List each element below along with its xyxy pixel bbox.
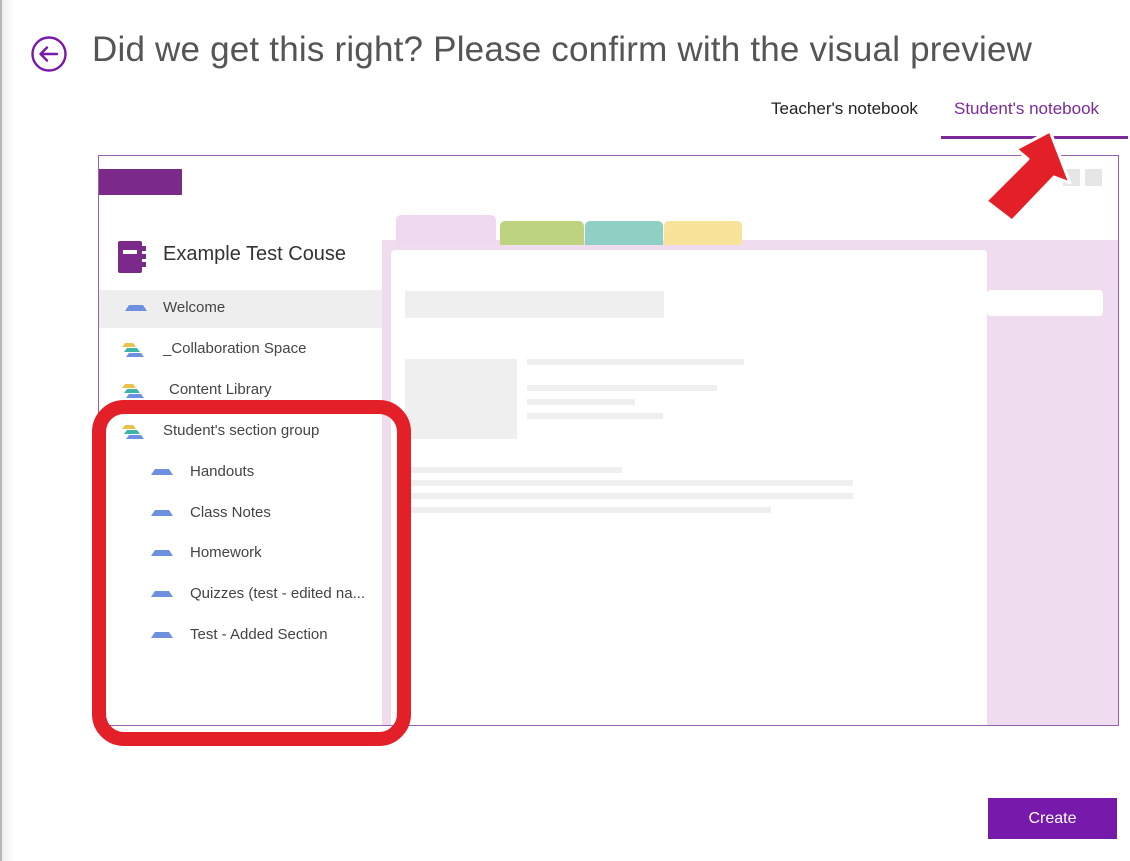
placeholder-line <box>527 399 635 405</box>
nav-item-welcome[interactable]: Welcome <box>99 290 382 328</box>
back-arrow-icon[interactable] <box>30 35 68 73</box>
window-control-icon <box>1085 169 1102 186</box>
section-icon <box>125 305 147 311</box>
section-group-icon <box>122 384 144 398</box>
placeholder-line <box>405 493 853 499</box>
tab-teachers-notebook[interactable]: Teacher's notebook <box>771 99 918 119</box>
page-title: Did we get this right? Please confirm wi… <box>92 30 1033 69</box>
create-button[interactable]: Create <box>988 798 1117 839</box>
tab-students-notebook[interactable]: Student's notebook <box>954 99 1099 119</box>
window-shadow <box>2 0 14 861</box>
nav-item-label: Content Library <box>169 381 272 398</box>
placeholder-line <box>405 467 622 473</box>
nav-item-collaboration-space[interactable]: _Collaboration Space <box>99 331 382 369</box>
notebook-title: Example Test Couse <box>163 243 347 265</box>
highlight-box-annotation <box>92 400 411 746</box>
section-tab <box>500 221 584 245</box>
nav-item-label: _Collaboration Space <box>163 340 307 357</box>
section-tab <box>396 215 496 245</box>
page-list-placeholder <box>987 290 1103 316</box>
section-tab <box>585 221 663 245</box>
placeholder-line <box>527 385 717 391</box>
placeholder-line <box>405 480 853 486</box>
placeholder-image <box>405 359 517 439</box>
placeholder-line <box>527 359 744 365</box>
section-group-icon <box>122 343 144 357</box>
section-tab <box>664 221 742 245</box>
app-brand-bar <box>99 169 182 195</box>
nav-item-label: Welcome <box>163 299 226 316</box>
placeholder-line <box>527 413 663 419</box>
placeholder-line <box>405 507 771 513</box>
notebook-icon <box>117 240 147 274</box>
arrow-annotation-icon <box>984 129 1072 223</box>
placeholder-title <box>405 291 664 318</box>
page-canvas <box>391 250 987 725</box>
